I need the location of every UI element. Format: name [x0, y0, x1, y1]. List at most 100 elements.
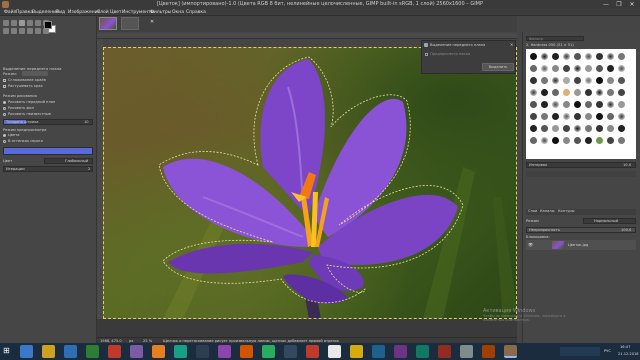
brush-64-icon[interactable] [530, 137, 537, 144]
engine-select[interactable]: Глобальный [44, 158, 93, 164]
brush-43-icon[interactable] [596, 101, 603, 108]
taskbar-app-icon[interactable] [438, 345, 451, 358]
brush-spacing-slider[interactable]: Интервал 10.0 [526, 162, 636, 168]
brush-15-icon[interactable] [585, 65, 592, 72]
stroke-width-slider[interactable]: Толщина штриха 10 [3, 119, 93, 125]
close-tab-icon[interactable]: ✕ [150, 19, 156, 25]
brush-68-icon[interactable] [574, 137, 581, 144]
brush-4-icon[interactable] [563, 53, 570, 60]
soft-brush-icon[interactable] [541, 53, 548, 60]
transform-tool-icon[interactable] [35, 20, 41, 26]
menu-view[interactable]: Вид [56, 10, 65, 15]
text-tool-icon[interactable] [3, 28, 9, 34]
brush-19-icon[interactable] [530, 77, 537, 84]
taskbar-app-icon[interactable] [20, 345, 33, 358]
layer-row[interactable]: 👁 Цветок.jpg [526, 240, 636, 250]
brush-71-icon[interactable] [607, 137, 614, 144]
taskbar-app-icon[interactable] [152, 345, 165, 358]
taskbar-app-icon[interactable] [482, 345, 495, 358]
rect-select-tool-icon[interactable] [11, 20, 17, 26]
brush-31-icon[interactable] [563, 89, 570, 96]
taskbar-app-icon[interactable] [328, 345, 341, 358]
brush-32-icon[interactable] [574, 89, 581, 96]
brush-20-icon[interactable] [541, 77, 548, 84]
brush-72-icon[interactable] [618, 137, 625, 144]
dialog-close-icon[interactable]: ✕ [510, 42, 513, 47]
brush-57-icon[interactable] [552, 125, 559, 132]
brush-56-icon[interactable] [541, 125, 548, 132]
start-button[interactable]: ⊞ [3, 346, 13, 356]
select-button[interactable]: Выделить [482, 63, 514, 71]
brush-27-icon[interactable] [618, 77, 625, 84]
brush-58-icon[interactable] [563, 125, 570, 132]
menu-image[interactable]: Изображение [68, 10, 100, 15]
gradient-tool-icon[interactable] [19, 28, 25, 34]
brush-22-icon[interactable] [563, 77, 570, 84]
layer-opacity-slider[interactable]: Непрозрачность 100.0 [526, 227, 636, 233]
brush-52-icon[interactable] [596, 113, 603, 120]
taskbar-app-icon[interactable] [372, 345, 385, 358]
draw-fg-radio[interactable] [3, 101, 6, 104]
preview-color-radio[interactable] [3, 134, 6, 137]
draw-unknown-radio[interactable] [3, 113, 6, 116]
brush-12-icon[interactable] [552, 65, 559, 72]
tab-paths[interactable]: Контуры [558, 209, 574, 213]
taskbar-app-icon[interactable] [108, 345, 121, 358]
taskbar-app-icon[interactable] [86, 345, 99, 358]
brush-69-icon[interactable] [585, 137, 592, 144]
maximize-button[interactable]: ❐ [613, 0, 625, 9]
brush-28-icon[interactable] [530, 89, 537, 96]
brush-13-icon[interactable] [563, 65, 570, 72]
brush-8-icon[interactable] [607, 53, 614, 60]
menu-layer[interactable]: Слой [97, 10, 109, 15]
brush-41-icon[interactable] [574, 101, 581, 108]
layer-name[interactable]: Цветок.jpg [568, 243, 588, 247]
brush-46-icon[interactable] [530, 113, 537, 120]
taskbar-app-icon[interactable] [350, 345, 363, 358]
brush-70-icon[interactable] [596, 137, 603, 144]
tray-icons[interactable] [560, 347, 600, 356]
paintbrush-tool-icon[interactable] [27, 28, 33, 34]
brush-14-icon[interactable] [574, 65, 581, 72]
brush-filter-input[interactable]: Фильтр [526, 36, 584, 41]
brush-10-icon[interactable] [530, 65, 537, 72]
taskbar-app-icon[interactable] [416, 345, 429, 358]
brush-55-icon[interactable] [530, 125, 537, 132]
brush-26-icon[interactable] [607, 77, 614, 84]
close-button[interactable]: ✕ [626, 0, 638, 9]
input-language[interactable]: РУС [604, 349, 611, 353]
taskbar-app-icon[interactable] [240, 345, 253, 358]
brush-51-icon[interactable] [585, 113, 592, 120]
menu-windows[interactable]: Окна [172, 10, 184, 15]
brush-grid[interactable] [526, 49, 636, 159]
tab-layers[interactable]: Слои [528, 209, 537, 213]
menu-edit[interactable]: Правка [16, 10, 33, 15]
brush-29-icon[interactable] [541, 89, 548, 96]
brush-48-icon[interactable] [552, 113, 559, 120]
menu-filters[interactable]: Фильтры [150, 10, 171, 15]
antialias-checkbox[interactable] [3, 79, 6, 82]
brush-34-icon[interactable] [596, 89, 603, 96]
feather-checkbox[interactable] [3, 85, 6, 88]
brush-42-icon[interactable] [585, 101, 592, 108]
taskbar-app-icon[interactable] [196, 345, 209, 358]
image-tab-2[interactable] [121, 17, 139, 30]
foreground-color-swatch[interactable] [44, 21, 52, 29]
brush-44-icon[interactable] [607, 101, 614, 108]
brush-33-icon[interactable] [585, 89, 592, 96]
taskbar-app-icon[interactable] [262, 345, 275, 358]
taskbar-app-icon[interactable] [284, 345, 297, 358]
top-ruler[interactable] [97, 33, 517, 39]
taskbar-app-icon[interactable] [64, 345, 77, 358]
brush-3-icon[interactable] [552, 53, 559, 60]
taskbar-app-icon[interactable] [394, 345, 407, 358]
taskbar-app-icon[interactable] [42, 345, 55, 358]
brush-11-icon[interactable] [541, 65, 548, 72]
brush-38-icon[interactable] [541, 101, 548, 108]
tab-channels[interactable]: Каналы [540, 209, 554, 213]
brush-40-icon[interactable] [563, 101, 570, 108]
brush-16-icon[interactable] [596, 65, 603, 72]
brush-30-icon[interactable] [552, 89, 559, 96]
visibility-eye-icon[interactable]: 👁 [528, 242, 533, 247]
brush-37-icon[interactable] [530, 101, 537, 108]
